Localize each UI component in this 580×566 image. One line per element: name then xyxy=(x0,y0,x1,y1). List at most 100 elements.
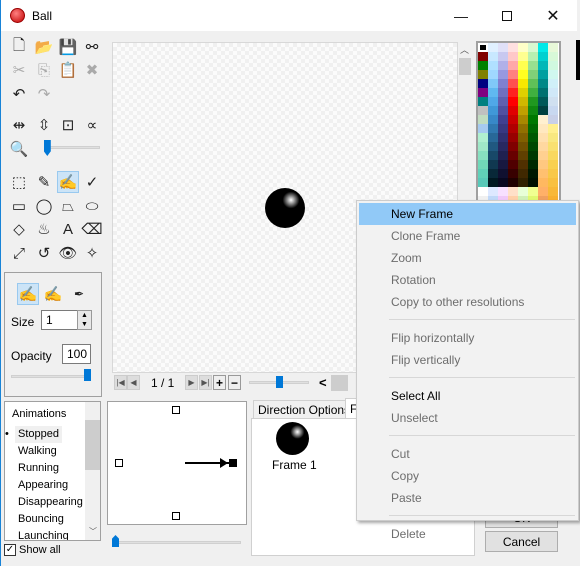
polygon-icon[interactable]: ⏢ xyxy=(57,195,79,217)
palette-swatch[interactable] xyxy=(548,169,558,178)
palette-swatch[interactable] xyxy=(508,61,518,70)
palette-swatch[interactable] xyxy=(478,151,488,160)
palette-swatch[interactable] xyxy=(508,124,518,133)
last-frame-button[interactable]: ▶| xyxy=(199,375,212,390)
palette-swatch[interactable] xyxy=(498,70,508,79)
palette-swatch[interactable] xyxy=(548,79,558,88)
palette-swatch[interactable] xyxy=(528,52,538,61)
palette-swatch[interactable] xyxy=(548,97,558,106)
palette-swatch[interactable] xyxy=(518,115,528,124)
opacity-input[interactable]: 100 xyxy=(62,344,91,364)
palette-swatch[interactable] xyxy=(508,160,518,169)
pen-brush-button[interactable]: ✍ xyxy=(17,283,39,305)
palette-swatch[interactable] xyxy=(478,160,488,169)
frame-zoom-thumb[interactable] xyxy=(276,376,283,388)
eye-icon[interactable]: 👁 xyxy=(57,242,79,264)
palette-swatch[interactable] xyxy=(508,88,518,97)
palette-swatch[interactable] xyxy=(498,52,508,61)
rotate-icon[interactable]: ∝ xyxy=(81,114,103,136)
direction-speed-slider[interactable] xyxy=(113,541,241,544)
menu-item-zoom[interactable]: Zoom xyxy=(359,247,576,269)
scroll-up-icon[interactable]: ︿ xyxy=(460,43,469,56)
palette-swatch[interactable] xyxy=(488,97,498,106)
palette-swatch[interactable] xyxy=(498,115,508,124)
direction-up-handle[interactable] xyxy=(172,406,180,414)
animation-item[interactable]: Launching xyxy=(18,528,69,540)
ellipse-icon[interactable]: ◯ xyxy=(33,195,55,217)
palette-swatch[interactable] xyxy=(528,151,538,160)
maximize-icon[interactable] xyxy=(484,0,530,31)
palette-swatch[interactable] xyxy=(498,169,508,178)
palette-swatch[interactable] xyxy=(548,142,558,151)
menu-item-rotation[interactable]: Rotation xyxy=(359,269,576,291)
paste-icon[interactable]: 📋 xyxy=(57,59,79,81)
next-frame-button[interactable]: ▶ xyxy=(185,375,198,390)
palette-swatch[interactable] xyxy=(518,151,528,160)
palette-swatch[interactable] xyxy=(548,133,558,142)
tab-direction-options[interactable]: Direction Options xyxy=(253,400,356,419)
zoom-slider[interactable] xyxy=(44,146,100,149)
palette-swatch[interactable] xyxy=(548,52,558,61)
palette-swatch[interactable] xyxy=(478,61,488,70)
menu-item-new-frame[interactable]: New Frame xyxy=(359,203,576,225)
palette-swatch[interactable] xyxy=(478,187,488,196)
palette-swatch[interactable] xyxy=(508,187,518,196)
undo-icon[interactable]: ↶ xyxy=(8,83,30,105)
save-icon[interactable]: 💾 xyxy=(57,36,79,58)
palette-swatch[interactable] xyxy=(518,187,528,196)
palette-swatch[interactable] xyxy=(538,115,548,124)
palette-swatch[interactable] xyxy=(518,169,528,178)
minimize-icon[interactable]: — xyxy=(438,0,484,31)
select-rect-icon[interactable]: ⬚ xyxy=(8,171,30,193)
palette-swatch[interactable] xyxy=(518,178,528,187)
open-icon[interactable]: 📂 xyxy=(33,36,55,58)
palette-swatch[interactable] xyxy=(528,88,538,97)
line-icon[interactable]: ⤢ xyxy=(8,242,30,264)
palette-swatch[interactable] xyxy=(538,43,548,52)
palette-swatch[interactable] xyxy=(488,79,498,88)
palette-swatch[interactable] xyxy=(478,70,488,79)
palette-swatch[interactable] xyxy=(538,70,548,79)
bone-icon[interactable]: ⚯ xyxy=(81,36,103,58)
palette-swatch[interactable] xyxy=(538,187,548,196)
palette-swatch[interactable] xyxy=(518,124,528,133)
menu-item-flip-vertically[interactable]: Flip vertically xyxy=(359,349,576,371)
direction-down-handle[interactable] xyxy=(172,512,180,520)
palette-swatch[interactable] xyxy=(538,79,548,88)
palette-swatch[interactable] xyxy=(538,124,548,133)
palette-swatch[interactable] xyxy=(538,151,548,160)
palette-swatch[interactable] xyxy=(478,79,488,88)
animations-list[interactable]: Animations • Stopped Walking Running Appeari… xyxy=(4,401,101,541)
menu-item-unselect[interactable]: Unselect xyxy=(359,407,576,429)
size-spinner[interactable]: ▲ ▼ xyxy=(77,310,92,330)
palette-swatch[interactable] xyxy=(498,97,508,106)
palette-swatch[interactable] xyxy=(518,43,528,52)
palette-swatch[interactable] xyxy=(508,106,518,115)
palette-swatch[interactable] xyxy=(498,124,508,133)
palette-swatch[interactable] xyxy=(548,178,558,187)
menu-item-delete[interactable]: Delete xyxy=(359,523,576,545)
fill-icon[interactable]: ◇ xyxy=(8,218,30,240)
menu-item-copy[interactable]: Copy xyxy=(359,465,576,487)
palette-swatch[interactable] xyxy=(548,124,558,133)
palette-swatch[interactable] xyxy=(508,43,518,52)
direction-panel[interactable] xyxy=(107,401,247,525)
palette-swatch[interactable] xyxy=(518,160,528,169)
text-icon[interactable]: A xyxy=(57,218,79,240)
palette-swatch[interactable] xyxy=(528,70,538,79)
zoom-slider-thumb[interactable] xyxy=(43,140,51,156)
palette-swatch[interactable] xyxy=(508,178,518,187)
palette-swatch[interactable] xyxy=(538,61,548,70)
palette-swatch[interactable] xyxy=(488,106,498,115)
palette-swatch[interactable] xyxy=(498,79,508,88)
animations-scroll-thumb[interactable] xyxy=(85,420,100,470)
palette-swatch[interactable] xyxy=(548,43,558,52)
palette-swatch[interactable] xyxy=(528,187,538,196)
palette-swatch[interactable] xyxy=(548,106,558,115)
palette-swatch[interactable] xyxy=(538,133,548,142)
lasso-icon[interactable]: ⬭ xyxy=(81,195,103,217)
palette-swatch[interactable] xyxy=(498,61,508,70)
zoom-icon[interactable]: 🔍 xyxy=(8,138,30,160)
palette-swatch[interactable] xyxy=(508,79,518,88)
palette-swatch[interactable] xyxy=(528,79,538,88)
